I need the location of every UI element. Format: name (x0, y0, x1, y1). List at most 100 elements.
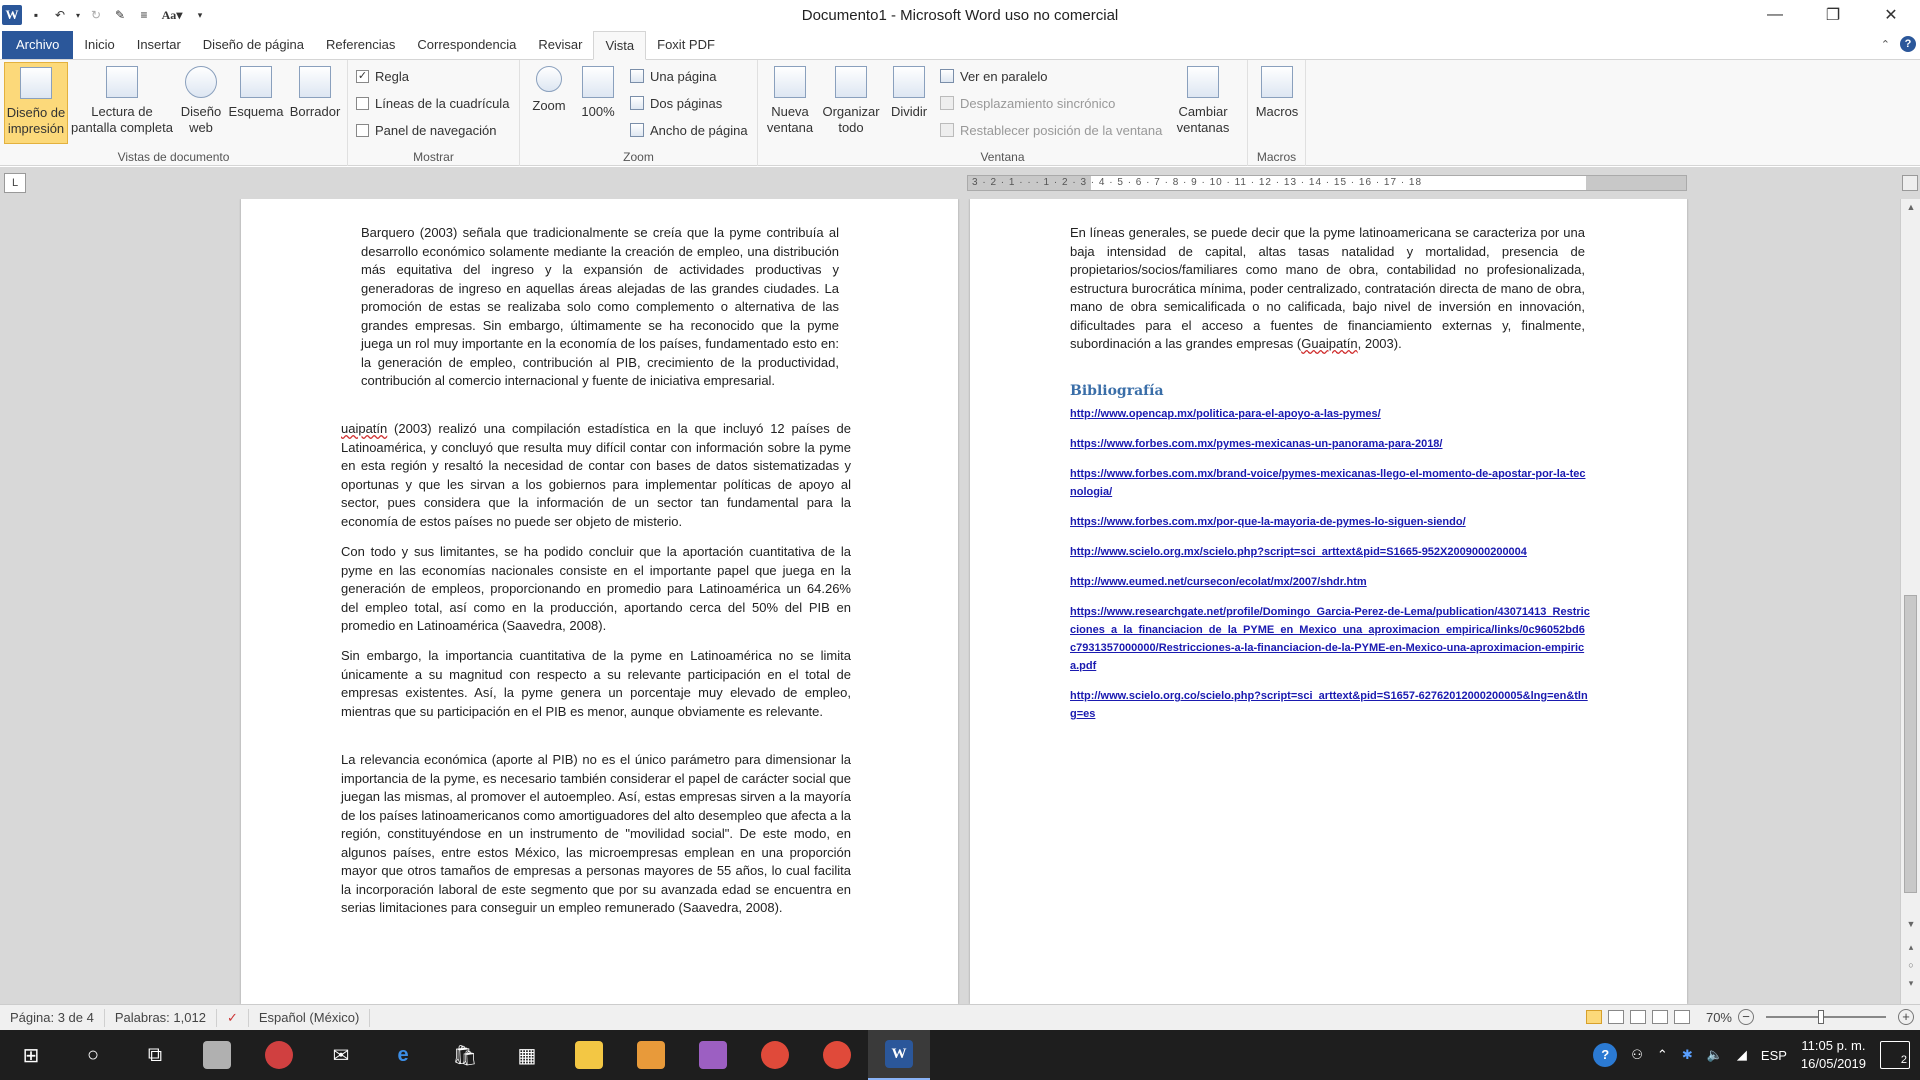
gridlines-checkbox[interactable] (356, 96, 369, 110)
vertical-scrollbar[interactable]: ▲ ▼ ▴ ○ ▾ (1900, 199, 1920, 1004)
word-count[interactable]: Palabras: 1,012 (105, 1008, 217, 1027)
outline-button[interactable]: Esquema (226, 62, 286, 144)
tab-revisar[interactable]: Revisar (527, 31, 593, 59)
split-button[interactable]: Dividir (884, 62, 934, 144)
scroll-up-icon[interactable]: ▲ (1901, 199, 1920, 215)
reading-view-icon[interactable] (1607, 1010, 1624, 1024)
spelling-icon[interactable]: ✓ (217, 1008, 249, 1027)
sync-scroll-button[interactable]: Desplazamiento sincrónico (940, 92, 1115, 114)
mail-icon[interactable]: ✉ (310, 1030, 372, 1080)
video-app-icon[interactable] (620, 1030, 682, 1080)
cortana-icon[interactable]: ○ (62, 1030, 124, 1080)
language-indicator[interactable]: Español (México) (249, 1008, 371, 1027)
switch-windows-button[interactable]: Cambiar ventanas (1168, 62, 1238, 144)
restore-icon[interactable]: ❐ (1804, 0, 1862, 30)
save-icon[interactable]: ▪ (26, 5, 46, 25)
paragraph-aportacion[interactable]: Con todo y sus limitantes, se ha podido … (341, 543, 851, 636)
action-center-icon[interactable]: 2 (1880, 1041, 1910, 1069)
bibliography-link[interactable]: http://www.eumed.net/cursecon/ecolat/mx/… (1070, 573, 1590, 591)
paragraph-guaipatin[interactable]: uaipatín (2003) realizó una compilación … (341, 420, 851, 531)
redo-icon[interactable]: ↻ (86, 5, 106, 25)
bibliography-link[interactable]: http://www.opencap.mx/politica-para-el-a… (1070, 405, 1590, 423)
edit-icon[interactable]: ✎ (110, 5, 130, 25)
chrome-icon[interactable] (744, 1030, 806, 1080)
clock[interactable]: 11:05 p. m. 16/05/2019 (1801, 1037, 1866, 1073)
bibliography-link[interactable]: https://www.researchgate.net/profile/Dom… (1070, 603, 1590, 675)
print-layout-view-icon[interactable] (1585, 1010, 1602, 1024)
full-screen-reading-button[interactable]: Lectura de pantalla completa (68, 62, 176, 144)
scanner-app-icon[interactable] (186, 1030, 248, 1080)
draft-view-icon[interactable] (1673, 1010, 1690, 1024)
tab-inicio[interactable]: Inicio (73, 31, 125, 59)
scroll-thumb[interactable] (1904, 595, 1917, 893)
zoom-out-icon[interactable]: − (1738, 1009, 1754, 1025)
zoom-slider-knob[interactable] (1818, 1010, 1824, 1024)
bluetooth-icon[interactable]: ✱ (1682, 1047, 1693, 1063)
tab-correspondencia[interactable]: Correspondencia (406, 31, 527, 59)
scroll-down-icon[interactable]: ▼ (1901, 916, 1920, 932)
store-icon[interactable]: 🛍 (434, 1030, 496, 1080)
tab-referencias[interactable]: Referencias (315, 31, 406, 59)
customize-qat-icon[interactable]: ▾ (190, 5, 210, 25)
minimize-ribbon-icon[interactable]: ⌃ (1881, 38, 1890, 51)
page-4[interactable]: En líneas generales, se puede decir que … (970, 199, 1687, 1004)
browse-object-icon[interactable]: ○ (1901, 957, 1920, 973)
tab-vista[interactable]: Vista (593, 31, 647, 60)
font-size-button[interactable]: Aa ▾ (158, 5, 186, 25)
help-tray-icon[interactable]: ? (1593, 1043, 1618, 1067)
bibliography-link[interactable]: http://www.scielo.org.mx/scielo.php?scri… (1070, 543, 1590, 561)
word-logo-icon[interactable]: W (2, 5, 22, 25)
task-view-icon[interactable]: ⧉ (124, 1030, 186, 1080)
outline-view-icon[interactable] (1651, 1010, 1668, 1024)
bibliography-link[interactable]: https://www.forbes.com.mx/pymes-mexicana… (1070, 435, 1590, 453)
misspelled-word[interactable]: uaipatín (341, 421, 387, 436)
network-icon[interactable]: ◢ (1737, 1047, 1747, 1063)
input-language[interactable]: ESP (1761, 1048, 1787, 1063)
chrome-icon-2[interactable] (806, 1030, 868, 1080)
page-width-button[interactable]: Ancho de página (630, 119, 748, 141)
horizontal-ruler[interactable]: 3 · 2 · 1 · · · 1 · 2 · 3 · 4 · 5 · 6 · … (967, 175, 1687, 191)
one-page-button[interactable]: Una página (630, 65, 717, 87)
view-ruler-icon[interactable] (1902, 175, 1918, 191)
tab-archivo[interactable]: Archivo (2, 31, 74, 59)
help-icon[interactable]: ? (1900, 36, 1916, 52)
zoom-slider[interactable] (1766, 1010, 1886, 1024)
zoom-100-button[interactable]: 100% (576, 62, 620, 144)
draft-button[interactable]: Borrador (286, 62, 344, 144)
word-taskbar-icon[interactable]: W (868, 1030, 930, 1080)
volume-icon[interactable]: 🔈 (1707, 1047, 1723, 1063)
macros-button[interactable]: Macros (1252, 62, 1302, 144)
close-icon[interactable]: ✕ (1862, 0, 1920, 30)
start-icon[interactable]: ⊞ (0, 1030, 62, 1080)
photo-app-icon[interactable] (682, 1030, 744, 1080)
bibliography-link[interactable]: https://www.forbes.com.mx/por-que-la-may… (1070, 513, 1590, 531)
print-layout-button[interactable]: Diseño de impresión (4, 62, 68, 144)
tab-foxit-pdf[interactable]: Foxit PDF (646, 31, 726, 59)
zoom-in-icon[interactable]: + (1898, 1009, 1914, 1025)
quote-paragraph[interactable]: Barquero (2003) señala que tradicionalme… (361, 224, 839, 391)
navigation-pane-checkbox[interactable] (356, 123, 369, 137)
ruler-checkbox[interactable]: ✓ (356, 69, 369, 83)
zoom-level[interactable]: 70% (1706, 1010, 1732, 1025)
media-app-icon[interactable] (248, 1030, 310, 1080)
web-layout-button[interactable]: Diseño web (176, 62, 226, 144)
file-explorer-icon[interactable] (558, 1030, 620, 1080)
bibliography-link[interactable]: https://www.forbes.com.mx/brand-voice/py… (1070, 465, 1590, 501)
minimize-icon[interactable]: — (1746, 0, 1804, 30)
gridlines-checkbox-row[interactable]: Líneas de la cuadrícula (356, 92, 509, 114)
undo-dropdown-icon[interactable]: ▾ (74, 5, 82, 25)
bibliography-link[interactable]: http://www.scielo.org.co/scielo.php?scri… (1070, 687, 1590, 723)
tab-diseno-pagina[interactable]: Diseño de página (192, 31, 315, 59)
align-icon[interactable]: ≡ (134, 5, 154, 25)
arrange-all-button[interactable]: Organizar todo (818, 62, 884, 144)
web-view-icon[interactable] (1629, 1010, 1646, 1024)
tab-stop-selector[interactable]: L (4, 173, 26, 193)
ruler-checkbox-row[interactable]: ✓ Regla (356, 65, 409, 87)
next-page-icon[interactable]: ▾ (1901, 975, 1920, 991)
navigation-pane-checkbox-row[interactable]: Panel de navegación (356, 119, 496, 141)
people-icon[interactable]: ⚇ (1631, 1047, 1643, 1063)
paragraph-importancia[interactable]: Sin embargo, la importancia cuantitativa… (341, 647, 851, 721)
calculator-icon[interactable]: ▦ (496, 1030, 558, 1080)
side-by-side-button[interactable]: Ver en paralelo (940, 65, 1047, 87)
tab-insertar[interactable]: Insertar (126, 31, 192, 59)
